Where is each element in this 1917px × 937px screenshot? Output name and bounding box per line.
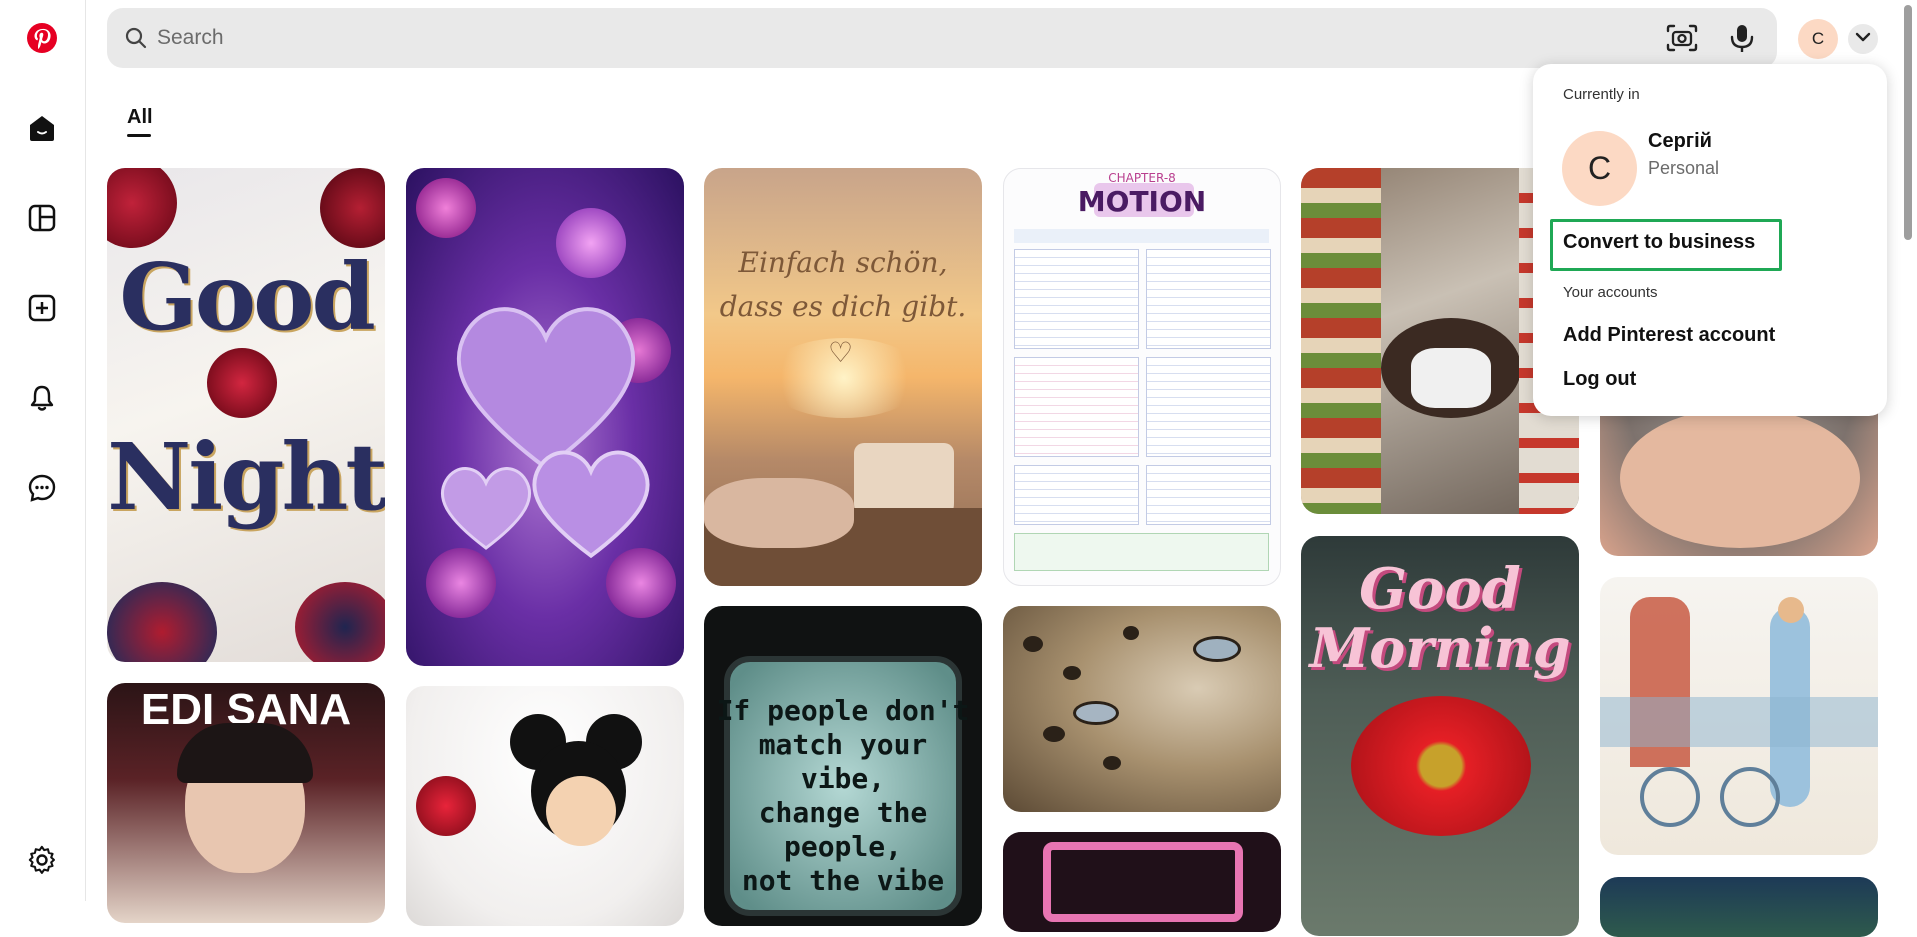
pin-vibe-line6: not the vibe [741, 864, 945, 897]
pin-vibe-line5: people, [783, 830, 902, 863]
tab-all[interactable]: All [127, 106, 153, 129]
convert-to-business-button[interactable]: Convert to business [1563, 231, 1755, 254]
pin-einfach-line2: dass es dich gibt. [719, 290, 967, 323]
scrollbar-thumb[interactable] [1904, 5, 1912, 240]
search-input[interactable] [157, 8, 1657, 68]
pin-leopard[interactable] [1003, 606, 1281, 812]
pin-good-night-line2: Night [107, 423, 385, 531]
tab-all-underline [127, 134, 151, 137]
pin-good-night-line1: Good [119, 243, 376, 351]
account-avatar[interactable]: C [1562, 131, 1637, 206]
pin-good-morning[interactable]: Good Morning [1301, 536, 1579, 936]
pin-watercolor-bicycle[interactable] [1600, 577, 1878, 855]
pin-good-night[interactable]: Good Night [107, 168, 385, 662]
pin-mickey[interactable] [406, 686, 684, 926]
pin-einfach-schoen[interactable]: Einfach schön, dass es dich gibt. ♡ [704, 168, 982, 586]
pin-pink-basket[interactable] [1003, 832, 1281, 932]
accounts-chevron-button[interactable] [1848, 24, 1878, 54]
account-type: Personal [1648, 158, 1720, 178]
pin-vibe-line4: change the [758, 796, 928, 829]
messages-icon[interactable] [22, 468, 62, 508]
add-account-button[interactable]: Add Pinterest account [1563, 324, 1775, 347]
pin-good-morning-line2: Morning [1309, 616, 1571, 680]
pin-motion-title: MOTION [1077, 185, 1207, 218]
account-menu: Currently in C Сергій Personal Convert t… [1533, 64, 1887, 416]
pin-motion-notes[interactable]: CHAPTER-8 MOTION [1003, 168, 1281, 586]
microphone-icon[interactable] [1729, 23, 1755, 58]
pin-purple-hearts[interactable] [406, 168, 684, 666]
create-icon[interactable] [22, 288, 62, 328]
search-icon [125, 27, 147, 54]
heart-icon: ♡ [828, 337, 854, 368]
pin-vibe-line1: If people don't [716, 694, 970, 727]
log-out-button[interactable]: Log out [1563, 368, 1636, 391]
pinterest-logo-icon[interactable] [22, 18, 62, 58]
pin-good-morning-line1: Good [1359, 556, 1521, 622]
left-sidebar [0, 0, 86, 901]
pin-vibe-line3: vibe, [800, 762, 886, 795]
chevron-down-icon [1855, 30, 1871, 48]
pin-night-scene[interactable] [1600, 877, 1878, 937]
pin-vibe-line2: match your [758, 728, 928, 761]
home-icon[interactable] [22, 108, 62, 148]
pin-einfach-line1: Einfach schön, [738, 246, 948, 279]
boards-icon[interactable] [22, 198, 62, 238]
pin-edi-sana[interactable]: EDI SANA [107, 683, 385, 923]
search-bar [107, 8, 1777, 68]
your-accounts-label: Your accounts [1563, 284, 1658, 301]
pin-vibe-screen[interactable]: If people don't match your vibe, change … [704, 606, 982, 926]
visual-search-camera-icon[interactable] [1665, 23, 1699, 58]
account-name[interactable]: Сергій [1648, 130, 1712, 153]
profile-avatar[interactable]: C [1798, 19, 1838, 59]
settings-gear-icon[interactable] [22, 840, 62, 880]
notifications-bell-icon[interactable] [22, 378, 62, 418]
currently-in-label: Currently in [1563, 86, 1640, 103]
